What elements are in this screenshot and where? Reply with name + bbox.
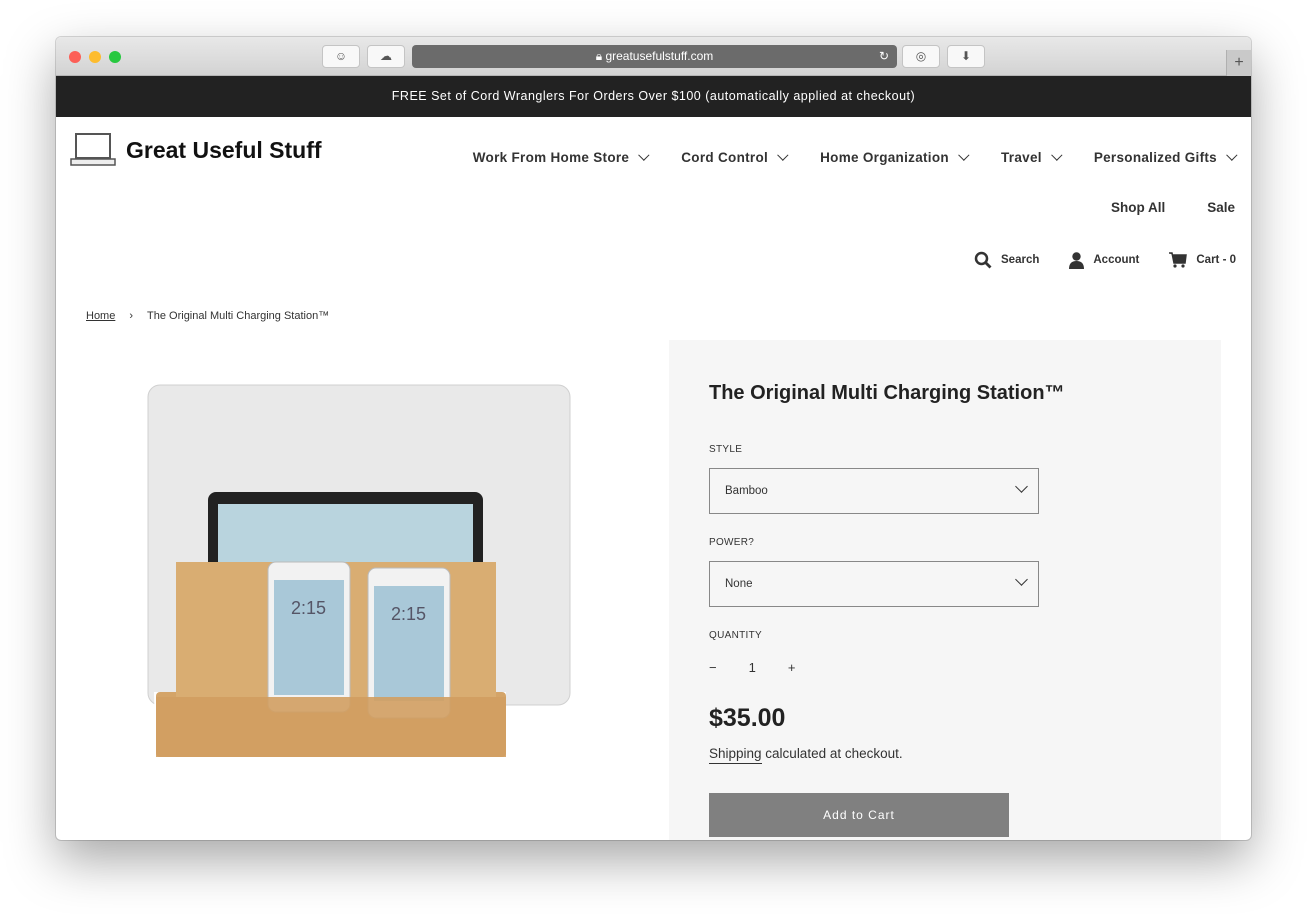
chevron-down-icon	[1050, 149, 1063, 161]
style-select[interactable]: Bamboo	[709, 468, 1039, 514]
add-to-cart-button[interactable]: Add to Cart	[709, 793, 1009, 837]
address-bar[interactable]: 🔒︎ greatusefulstuff.com ↻	[412, 45, 897, 68]
main-nav: Work From Home Store Cord Control Home O…	[473, 149, 1238, 165]
new-tab-button[interactable]: +	[1226, 50, 1251, 76]
download-icon[interactable]: ⬇	[947, 45, 985, 68]
lock-icon: 🔒︎	[595, 49, 606, 63]
svg-text:2:15: 2:15	[391, 604, 426, 624]
chevron-down-icon	[1015, 480, 1028, 493]
announcement-bar: FREE Set of Cord Wranglers For Orders Ov…	[56, 76, 1251, 117]
close-button[interactable]	[69, 51, 81, 63]
breadcrumb-current: The Original Multi Charging Station™	[147, 310, 330, 322]
nav-shop-all[interactable]: Shop All	[1111, 200, 1165, 215]
style-label: STYLE	[709, 444, 743, 455]
chevron-down-icon	[958, 149, 970, 161]
password-manager-icon[interactable]: ◎	[902, 45, 940, 68]
chevron-down-icon	[638, 149, 650, 161]
quantity-label: QUANTITY	[709, 630, 762, 641]
secondary-nav: Shop All Sale	[1111, 200, 1235, 215]
utility-nav: Search Account Cart - 0	[974, 251, 1236, 269]
power-select[interactable]: None	[709, 561, 1039, 607]
nav-cord-control[interactable]: Cord Control	[681, 149, 789, 165]
chevron-down-icon	[777, 149, 789, 161]
product-image[interactable]: 2:15 2:15	[146, 382, 636, 792]
nav-travel[interactable]: Travel	[1001, 149, 1063, 165]
shipping-link[interactable]: Shipping	[709, 746, 762, 764]
title-bar: ☺ ☁ 🔒︎ greatusefulstuff.com ↻ ◎ ⬇ +	[56, 37, 1251, 76]
quantity-decrease-button[interactable]: −	[709, 660, 717, 675]
browser-window: ☺ ☁ 🔒︎ greatusefulstuff.com ↻ ◎ ⬇ + FREE …	[56, 37, 1251, 840]
chevron-down-icon	[1226, 149, 1238, 161]
power-label: POWER?	[709, 537, 755, 548]
product-panel: The Original Multi Charging Station™ STY…	[669, 340, 1221, 840]
user-icon	[1069, 251, 1085, 269]
quantity-increase-button[interactable]: +	[788, 660, 796, 675]
search-icon	[974, 251, 992, 269]
svg-text:2:15: 2:15	[291, 598, 326, 618]
breadcrumb: Home › The Original Multi Charging Station…	[86, 310, 330, 322]
nav-personalized-gifts[interactable]: Personalized Gifts	[1094, 149, 1238, 165]
minimize-button[interactable]	[89, 51, 101, 63]
ghostery-icon[interactable]: ☺	[322, 45, 360, 68]
shipping-note: Shipping calculated at checkout.	[709, 746, 903, 764]
zoom-button[interactable]	[109, 51, 121, 63]
product-price: $35.00	[709, 704, 786, 732]
chevron-down-icon	[1015, 573, 1028, 586]
quantity-input[interactable]: 1	[749, 660, 756, 675]
nav-work-from-home[interactable]: Work From Home Store	[473, 149, 650, 165]
quantity-stepper: − 1 +	[709, 660, 795, 675]
nav-home-organization[interactable]: Home Organization	[820, 149, 970, 165]
cloud-icon[interactable]: ☁	[367, 45, 405, 68]
breadcrumb-home[interactable]: Home	[86, 310, 115, 322]
search-link[interactable]: Search	[974, 251, 1039, 269]
account-link[interactable]: Account	[1069, 251, 1139, 269]
laptop-logo-icon	[70, 133, 116, 166]
nav-sale[interactable]: Sale	[1207, 200, 1235, 215]
cart-link[interactable]: Cart - 0	[1169, 252, 1236, 268]
product-title: The Original Multi Charging Station™	[709, 382, 1065, 404]
cart-icon	[1169, 252, 1188, 268]
logo[interactable]: Great Useful Stuff	[70, 132, 322, 168]
reload-icon[interactable]: ↻	[879, 45, 889, 68]
